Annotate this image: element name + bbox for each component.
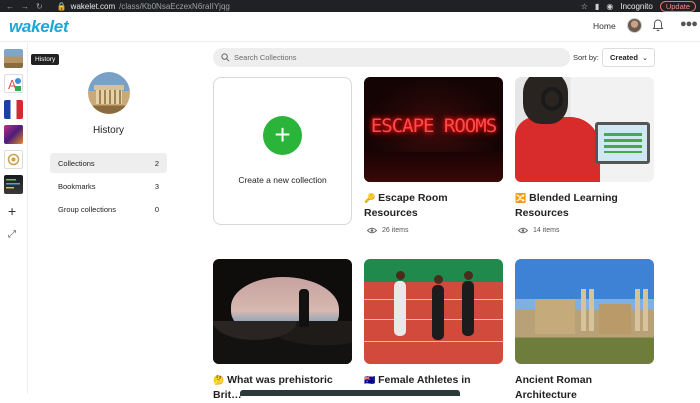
collection-cover-image bbox=[515, 259, 654, 364]
space-thumb-4[interactable] bbox=[4, 125, 23, 144]
sidebar-item-label: Group collections bbox=[58, 204, 116, 214]
collection-title: 🇦🇺 Female Athletes in bbox=[364, 373, 503, 388]
collection-card[interactable]: Ancient Roman Architecture bbox=[515, 259, 654, 403]
collection-title-text: Female Athletes in bbox=[378, 374, 471, 386]
collection-cover-image: ESCAPE ROOMS bbox=[364, 77, 503, 182]
home-link[interactable]: Home bbox=[593, 21, 616, 31]
add-space-icon[interactable]: + bbox=[8, 203, 16, 219]
collection-card[interactable]: 🇦🇺 Female Athletes in bbox=[364, 259, 503, 388]
search-input[interactable] bbox=[234, 53, 534, 62]
collection-cover-image bbox=[364, 259, 503, 364]
plus-icon: + bbox=[263, 116, 302, 155]
extension-icon[interactable]: ▮ bbox=[595, 2, 599, 11]
space-history-thumb[interactable] bbox=[4, 49, 23, 68]
url-path: /class/Kb0NsaEczexN6raIIYjqg bbox=[119, 1, 230, 11]
sidebar-item-count: 3 bbox=[154, 181, 159, 191]
back-icon[interactable]: ← bbox=[6, 2, 14, 11]
wakelet-logo[interactable]: wakelet bbox=[9, 17, 69, 37]
sort-select[interactable]: Created ⌄ bbox=[602, 48, 655, 67]
app-header: wakelet Home ●●● bbox=[0, 12, 700, 42]
bottom-overlay-bar bbox=[240, 390, 460, 396]
collection-title: 🔀 Blended Learning Resources bbox=[515, 191, 654, 221]
collection-title: 🤔 What was prehistoric Brit… bbox=[213, 373, 352, 403]
sort-label: Sort by: bbox=[573, 53, 599, 62]
sidebar-item-group-collections[interactable]: Group collections 0 bbox=[50, 199, 167, 219]
collection-title-text: Escape Room Resources bbox=[364, 192, 448, 219]
url-host: wakelet.com bbox=[70, 1, 116, 11]
incognito-icon: ◉ bbox=[606, 1, 614, 11]
sidebar-nav: Collections 2 Bookmarks 3 Group collecti… bbox=[50, 153, 167, 222]
sidebar-item-label: Collections bbox=[58, 158, 95, 168]
search-icon bbox=[221, 53, 230, 62]
star-icon[interactable]: ☆ bbox=[581, 2, 588, 11]
collection-card[interactable]: 🤔 What was prehistoric Brit… bbox=[213, 259, 352, 403]
create-collection-card[interactable]: + Create a new collection bbox=[213, 77, 352, 225]
forward-icon[interactable]: → bbox=[21, 2, 29, 11]
sort-value: Created bbox=[610, 53, 638, 62]
chevron-down-icon: ⌄ bbox=[642, 55, 648, 62]
collection-title: Ancient Roman Architecture bbox=[515, 373, 654, 403]
space-profile-image bbox=[88, 72, 130, 114]
collection-meta: 14 items bbox=[515, 227, 654, 234]
bell-icon[interactable] bbox=[652, 19, 664, 32]
space-thumb-french[interactable] bbox=[4, 100, 23, 119]
tooltip: History bbox=[31, 54, 60, 65]
thinking-emoji: 🤔 bbox=[213, 375, 225, 385]
reload-icon[interactable]: ↻ bbox=[36, 2, 43, 11]
collection-meta: 26 items bbox=[364, 227, 503, 234]
collection-cover-image bbox=[213, 259, 352, 364]
collection-card[interactable]: ESCAPE ROOMS 🔑 Escape Room Resources 26 … bbox=[364, 77, 503, 234]
item-count: 26 items bbox=[382, 227, 409, 234]
item-count: 14 items bbox=[533, 227, 560, 234]
sidebar-item-count: 2 bbox=[154, 158, 159, 168]
shuffle-emoji: 🔀 bbox=[515, 193, 527, 203]
more-menu-icon[interactable]: ●●● bbox=[680, 18, 698, 30]
sidebar-item-collections[interactable]: Collections 2 bbox=[50, 153, 167, 173]
collection-title-text: Ancient Roman Architecture bbox=[515, 374, 593, 401]
collection-cover-image bbox=[515, 77, 654, 182]
browser-toolbar: ← → ↻ 🔒 wakelet.com/class/Kb0NsaEczexN6r… bbox=[0, 0, 700, 12]
incognito-label: Incognito bbox=[620, 1, 653, 11]
address-bar[interactable]: 🔒 wakelet.com/class/Kb0NsaEczexN6raIIYjq… bbox=[57, 2, 230, 11]
space-thumb-6[interactable] bbox=[4, 175, 23, 194]
eye-icon bbox=[518, 227, 528, 234]
key-emoji: 🔑 bbox=[364, 193, 376, 203]
lock-icon: 🔒 bbox=[56, 1, 67, 11]
space-switcher-rail: A + ⤢ bbox=[0, 43, 28, 394]
collection-title: 🔑 Escape Room Resources bbox=[364, 191, 503, 221]
space-name: History bbox=[92, 125, 125, 136]
sidebar-item-bookmarks[interactable]: Bookmarks 3 bbox=[50, 176, 167, 196]
create-collection-label: Create a new collection bbox=[238, 175, 327, 185]
australia-flag-emoji: 🇦🇺 bbox=[364, 375, 376, 385]
collection-title-text: What was prehistoric Brit… bbox=[213, 374, 333, 401]
space-thumb-5[interactable] bbox=[4, 150, 23, 169]
collection-title-text: Blended Learning Resources bbox=[515, 192, 618, 219]
sidebar-item-label: Bookmarks bbox=[58, 181, 96, 191]
update-button[interactable]: Update bbox=[659, 0, 696, 12]
space-thumb-2[interactable]: A bbox=[4, 74, 23, 93]
cover-neon-text: ESCAPE ROOMS bbox=[370, 115, 497, 137]
sidebar-item-count: 0 bbox=[154, 204, 159, 214]
collection-card[interactable]: 🔀 Blended Learning Resources 14 items bbox=[515, 77, 654, 234]
eye-icon bbox=[367, 227, 377, 234]
user-avatar[interactable] bbox=[627, 18, 642, 33]
expand-icon[interactable]: ⤢ bbox=[8, 229, 16, 240]
search-bar[interactable] bbox=[213, 48, 570, 67]
